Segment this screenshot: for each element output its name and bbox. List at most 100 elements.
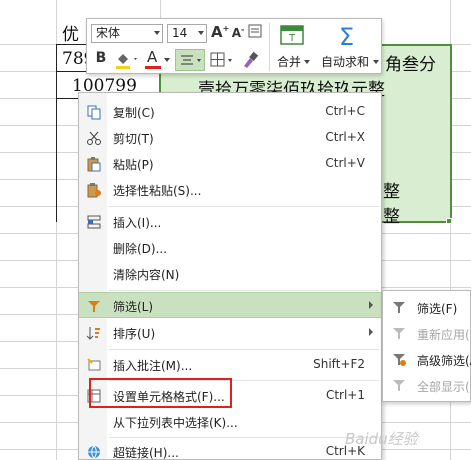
- menu-item-shortcut: Ctrl+C: [325, 104, 365, 118]
- menu-item-label: 选择性粘贴(S)...: [113, 184, 202, 198]
- menu-item-insert-comment[interactable]: 插入批注(M)... Shift+F2: [79, 352, 381, 378]
- merge-glyph: T: [288, 33, 296, 44]
- chevron-down-icon: [304, 60, 310, 64]
- menu-item-insert[interactable]: 插入(I)...: [79, 209, 381, 235]
- cell-text[interactable]: 优: [62, 20, 79, 45]
- font-name-select[interactable]: 宋体: [91, 24, 163, 43]
- menu-item-label: 插入(I)...: [113, 216, 162, 230]
- merge-button[interactable]: T 合并: [275, 23, 310, 73]
- sort-icon: [86, 327, 100, 340]
- menu-item-cut[interactable]: 剪切(T) Ctrl+X: [79, 125, 381, 151]
- grow-font-icon: A: [211, 23, 223, 41]
- autosum-button[interactable]: Σ 自动求和: [319, 23, 379, 73]
- bold-button[interactable]: B: [93, 50, 109, 70]
- paste-special-icon: [87, 183, 101, 198]
- copy-icon: [87, 105, 101, 120]
- menu-item-label: 筛选(L): [113, 300, 154, 314]
- chevron-right-icon: [369, 328, 373, 336]
- font-color-icon: A: [147, 48, 158, 66]
- paste-icon: [87, 157, 101, 172]
- menu-item-sort[interactable]: 排序(U): [79, 320, 381, 346]
- cell-text[interactable]: 整: [383, 202, 400, 227]
- fill-handle[interactable]: [446, 218, 452, 224]
- cell-text[interactable]: 角叁分: [385, 50, 436, 75]
- cell-border: [56, 44, 57, 222]
- menu-item-label: 清除内容(N): [113, 268, 180, 282]
- menu-item-pick-from-list[interactable]: 从下拉列表中选择(K)...: [79, 409, 381, 435]
- menu-item-label: 复制(C): [113, 106, 155, 120]
- toolbar-divider: [269, 23, 270, 71]
- menu-item-paste[interactable]: 粘贴(P) Ctrl+V: [79, 151, 381, 177]
- menu-item-label: 超链接(H)...: [113, 446, 179, 460]
- submenu-item-reapply[interactable]: 重新应用(: [383, 321, 471, 345]
- paint-bucket-icon: [116, 54, 137, 69]
- hyperlink-icon: [88, 445, 100, 459]
- menu-item-paste-special[interactable]: 选择性粘贴(S)...: [79, 177, 381, 203]
- chevron-down-icon: [198, 31, 204, 35]
- fill-color-button[interactable]: [113, 50, 141, 70]
- menu-item-label: 删除(D)...: [113, 242, 168, 256]
- menu-item-label: 剪切(T): [113, 132, 154, 146]
- watermark: Baidu经验: [345, 430, 418, 448]
- submenu-item-label: 筛选(F): [417, 302, 458, 316]
- bold-icon: B: [95, 50, 107, 66]
- shrink-font-icon: A: [231, 26, 241, 40]
- submenu-item-label: 全部显示(: [417, 380, 470, 394]
- font-color-button[interactable]: A: [143, 48, 171, 70]
- align-center-icon: [181, 55, 201, 65]
- menu-item-clear-contents[interactable]: 清除内容(N): [79, 261, 381, 287]
- menu-item-delete[interactable]: 删除(D)...: [79, 235, 381, 261]
- menu-item-shortcut: Shift+F2: [313, 357, 365, 371]
- borders-icon: [210, 52, 232, 67]
- align-button[interactable]: [175, 49, 205, 71]
- mini-toolbar: 宋体 14 A+ A- B A T 合并 Σ 自动求和: [86, 18, 382, 74]
- sum-icon: Σ: [339, 23, 355, 51]
- filter-icon: [88, 301, 100, 312]
- reapply-filter-icon: [393, 328, 405, 339]
- menu-separator: [109, 206, 379, 207]
- chevron-down-icon: [373, 60, 379, 64]
- scissors-icon: [87, 131, 101, 145]
- menu-item-shortcut: Ctrl+X: [325, 130, 365, 144]
- filter-submenu: 筛选(F) 重新应用( 高级筛选(A 全部显示(: [382, 290, 471, 402]
- font-size-select[interactable]: 14: [167, 24, 207, 43]
- submenu-item-label: 重新应用(: [417, 328, 470, 342]
- font-size-value: 14: [172, 26, 188, 40]
- menu-item-label: 排序(U): [113, 327, 156, 341]
- borders-button[interactable]: [209, 50, 235, 70]
- cell-text[interactable]: 整: [383, 177, 400, 202]
- menu-item-copy[interactable]: 复制(C) Ctrl+C: [79, 99, 381, 125]
- clear-format-icon: [248, 24, 262, 38]
- merge-cells-icon: T: [280, 25, 304, 45]
- clear-format-button[interactable]: [247, 24, 263, 42]
- comment-icon: [87, 358, 101, 371]
- submenu-item-advanced-filter[interactable]: 高级筛选(A: [383, 347, 471, 371]
- shrink-font-button[interactable]: A-: [230, 25, 246, 43]
- font-name-value: 宋体: [96, 26, 121, 40]
- merge-label: 合并: [277, 55, 302, 69]
- chevron-right-icon: [369, 301, 373, 309]
- highlight-box: [89, 378, 232, 408]
- menu-separator: [109, 349, 379, 350]
- grow-font-button[interactable]: A+: [211, 23, 229, 43]
- menu-item-label: 从下拉列表中选择(K)...: [113, 416, 238, 430]
- format-painter-button[interactable]: [239, 50, 261, 70]
- chevron-down-icon: [164, 58, 170, 62]
- menu-item-label: 插入批注(M)...: [113, 359, 193, 373]
- submenu-item-show-all[interactable]: 全部显示(: [383, 373, 471, 397]
- filter-icon: [393, 302, 405, 313]
- autosum-label: 自动求和: [321, 55, 370, 69]
- menu-separator: [109, 290, 379, 291]
- insert-icon: [87, 215, 101, 229]
- menu-item-filter[interactable]: 筛选(L): [79, 292, 381, 318]
- submenu-item-filter[interactable]: 筛选(F): [383, 295, 471, 319]
- submenu-item-label: 高级筛选(A: [417, 354, 471, 368]
- font-color-swatch: [145, 66, 161, 69]
- chevron-down-icon: [154, 31, 160, 35]
- menu-item-shortcut: Ctrl+V: [325, 156, 365, 170]
- menu-item-label: 粘贴(P): [113, 158, 154, 172]
- menu-item-hyperlink[interactable]: 超链接(H)... Ctrl+K: [79, 439, 381, 460]
- advanced-filter-icon: [393, 354, 406, 366]
- menu-item-shortcut: Ctrl+1: [325, 388, 365, 402]
- format-painter-icon: [244, 51, 259, 68]
